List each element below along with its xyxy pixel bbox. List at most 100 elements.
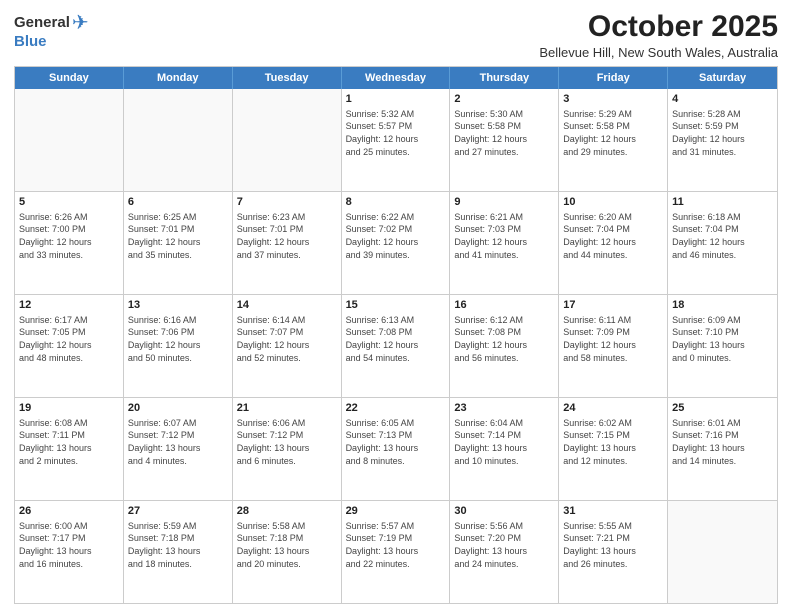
day-cell-31: 31Sunrise: 5:55 AM Sunset: 7:21 PM Dayli… [559,501,668,603]
day-info-14: Sunrise: 6:14 AM Sunset: 7:07 PM Dayligh… [237,314,337,364]
day-cell-22: 22Sunrise: 6:05 AM Sunset: 7:13 PM Dayli… [342,398,451,500]
day-number-4: 4 [672,92,773,107]
header-sunday: Sunday [15,67,124,89]
day-info-23: Sunrise: 6:04 AM Sunset: 7:14 PM Dayligh… [454,417,554,467]
day-cell-24: 24Sunrise: 6:02 AM Sunset: 7:15 PM Dayli… [559,398,668,500]
day-number-13: 13 [128,298,228,313]
day-cell-27: 27Sunrise: 5:59 AM Sunset: 7:18 PM Dayli… [124,501,233,603]
day-number-22: 22 [346,401,446,416]
week-row-2: 5Sunrise: 6:26 AM Sunset: 7:00 PM Daylig… [15,192,777,295]
day-info-7: Sunrise: 6:23 AM Sunset: 7:01 PM Dayligh… [237,211,337,261]
day-info-13: Sunrise: 6:16 AM Sunset: 7:06 PM Dayligh… [128,314,228,364]
empty-cell-0-0 [15,89,124,191]
day-info-16: Sunrise: 6:12 AM Sunset: 7:08 PM Dayligh… [454,314,554,364]
day-info-15: Sunrise: 6:13 AM Sunset: 7:08 PM Dayligh… [346,314,446,364]
day-number-21: 21 [237,401,337,416]
day-cell-16: 16Sunrise: 6:12 AM Sunset: 7:08 PM Dayli… [450,295,559,397]
calendar-header-row: Sunday Monday Tuesday Wednesday Thursday… [15,67,777,89]
day-cell-23: 23Sunrise: 6:04 AM Sunset: 7:14 PM Dayli… [450,398,559,500]
day-number-29: 29 [346,504,446,519]
day-info-25: Sunrise: 6:01 AM Sunset: 7:16 PM Dayligh… [672,417,773,467]
day-info-28: Sunrise: 5:58 AM Sunset: 7:18 PM Dayligh… [237,520,337,570]
day-number-15: 15 [346,298,446,313]
week-row-1: 1Sunrise: 5:32 AM Sunset: 5:57 PM Daylig… [15,89,777,192]
day-number-26: 26 [19,504,119,519]
day-number-18: 18 [672,298,773,313]
day-number-1: 1 [346,92,446,107]
logo-blue: Blue [14,33,47,50]
day-cell-28: 28Sunrise: 5:58 AM Sunset: 7:18 PM Dayli… [233,501,342,603]
day-info-27: Sunrise: 5:59 AM Sunset: 7:18 PM Dayligh… [128,520,228,570]
day-number-23: 23 [454,401,554,416]
day-number-3: 3 [563,92,663,107]
day-info-8: Sunrise: 6:22 AM Sunset: 7:02 PM Dayligh… [346,211,446,261]
day-info-6: Sunrise: 6:25 AM Sunset: 7:01 PM Dayligh… [128,211,228,261]
header-friday: Friday [559,67,668,89]
day-cell-4: 4Sunrise: 5:28 AM Sunset: 5:59 PM Daylig… [668,89,777,191]
day-number-31: 31 [563,504,663,519]
day-number-7: 7 [237,195,337,210]
day-number-11: 11 [672,195,773,210]
day-info-22: Sunrise: 6:05 AM Sunset: 7:13 PM Dayligh… [346,417,446,467]
day-number-19: 19 [19,401,119,416]
day-cell-1: 1Sunrise: 5:32 AM Sunset: 5:57 PM Daylig… [342,89,451,191]
logo-bird-icon: ✈ [72,10,89,35]
month-title: October 2025 [539,10,778,43]
day-info-24: Sunrise: 6:02 AM Sunset: 7:15 PM Dayligh… [563,417,663,467]
day-info-9: Sunrise: 6:21 AM Sunset: 7:03 PM Dayligh… [454,211,554,261]
day-cell-18: 18Sunrise: 6:09 AM Sunset: 7:10 PM Dayli… [668,295,777,397]
day-cell-26: 26Sunrise: 6:00 AM Sunset: 7:17 PM Dayli… [15,501,124,603]
day-info-30: Sunrise: 5:56 AM Sunset: 7:20 PM Dayligh… [454,520,554,570]
day-cell-29: 29Sunrise: 5:57 AM Sunset: 7:19 PM Dayli… [342,501,451,603]
day-info-3: Sunrise: 5:29 AM Sunset: 5:58 PM Dayligh… [563,108,663,158]
day-number-10: 10 [563,195,663,210]
header: General ✈ Blue October 2025 Bellevue Hil… [14,10,778,60]
day-number-5: 5 [19,195,119,210]
header-tuesday: Tuesday [233,67,342,89]
day-cell-3: 3Sunrise: 5:29 AM Sunset: 5:58 PM Daylig… [559,89,668,191]
day-info-4: Sunrise: 5:28 AM Sunset: 5:59 PM Dayligh… [672,108,773,158]
week-row-4: 19Sunrise: 6:08 AM Sunset: 7:11 PM Dayli… [15,398,777,501]
day-cell-13: 13Sunrise: 6:16 AM Sunset: 7:06 PM Dayli… [124,295,233,397]
day-cell-21: 21Sunrise: 6:06 AM Sunset: 7:12 PM Dayli… [233,398,342,500]
logo-general: General [14,14,70,31]
day-info-10: Sunrise: 6:20 AM Sunset: 7:04 PM Dayligh… [563,211,663,261]
day-cell-12: 12Sunrise: 6:17 AM Sunset: 7:05 PM Dayli… [15,295,124,397]
day-info-5: Sunrise: 6:26 AM Sunset: 7:00 PM Dayligh… [19,211,119,261]
day-cell-5: 5Sunrise: 6:26 AM Sunset: 7:00 PM Daylig… [15,192,124,294]
day-info-26: Sunrise: 6:00 AM Sunset: 7:17 PM Dayligh… [19,520,119,570]
day-info-21: Sunrise: 6:06 AM Sunset: 7:12 PM Dayligh… [237,417,337,467]
header-wednesday: Wednesday [342,67,451,89]
day-info-17: Sunrise: 6:11 AM Sunset: 7:09 PM Dayligh… [563,314,663,364]
page: General ✈ Blue October 2025 Bellevue Hil… [0,0,792,612]
day-info-11: Sunrise: 6:18 AM Sunset: 7:04 PM Dayligh… [672,211,773,261]
day-cell-30: 30Sunrise: 5:56 AM Sunset: 7:20 PM Dayli… [450,501,559,603]
day-cell-19: 19Sunrise: 6:08 AM Sunset: 7:11 PM Dayli… [15,398,124,500]
day-info-20: Sunrise: 6:07 AM Sunset: 7:12 PM Dayligh… [128,417,228,467]
day-info-1: Sunrise: 5:32 AM Sunset: 5:57 PM Dayligh… [346,108,446,158]
day-info-29: Sunrise: 5:57 AM Sunset: 7:19 PM Dayligh… [346,520,446,570]
day-number-28: 28 [237,504,337,519]
day-cell-11: 11Sunrise: 6:18 AM Sunset: 7:04 PM Dayli… [668,192,777,294]
day-number-24: 24 [563,401,663,416]
title-section: October 2025 Bellevue Hill, New South Wa… [539,10,778,60]
day-number-27: 27 [128,504,228,519]
location-subtitle: Bellevue Hill, New South Wales, Australi… [539,45,778,60]
logo: General ✈ Blue [14,10,89,50]
day-cell-9: 9Sunrise: 6:21 AM Sunset: 7:03 PM Daylig… [450,192,559,294]
day-number-9: 9 [454,195,554,210]
day-info-12: Sunrise: 6:17 AM Sunset: 7:05 PM Dayligh… [19,314,119,364]
day-number-16: 16 [454,298,554,313]
day-number-25: 25 [672,401,773,416]
day-cell-15: 15Sunrise: 6:13 AM Sunset: 7:08 PM Dayli… [342,295,451,397]
day-cell-6: 6Sunrise: 6:25 AM Sunset: 7:01 PM Daylig… [124,192,233,294]
day-info-2: Sunrise: 5:30 AM Sunset: 5:58 PM Dayligh… [454,108,554,158]
day-cell-8: 8Sunrise: 6:22 AM Sunset: 7:02 PM Daylig… [342,192,451,294]
day-cell-7: 7Sunrise: 6:23 AM Sunset: 7:01 PM Daylig… [233,192,342,294]
empty-cell-0-1 [124,89,233,191]
day-cell-2: 2Sunrise: 5:30 AM Sunset: 5:58 PM Daylig… [450,89,559,191]
week-row-5: 26Sunrise: 6:00 AM Sunset: 7:17 PM Dayli… [15,501,777,603]
day-info-19: Sunrise: 6:08 AM Sunset: 7:11 PM Dayligh… [19,417,119,467]
day-number-2: 2 [454,92,554,107]
header-saturday: Saturday [668,67,777,89]
